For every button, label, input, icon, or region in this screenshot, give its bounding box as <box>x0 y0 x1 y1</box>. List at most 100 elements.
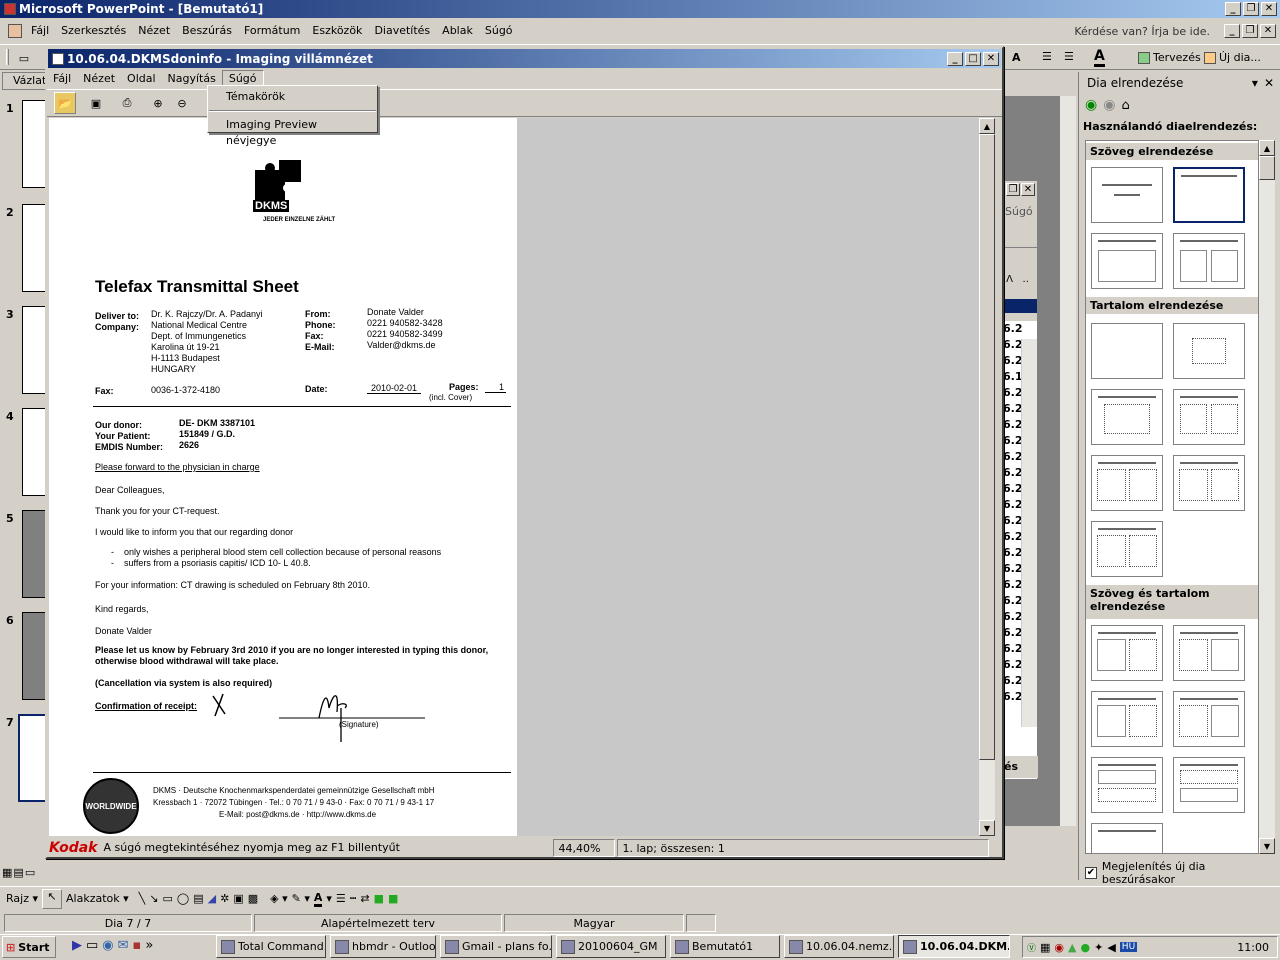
forward-icon[interactable]: ◉ <box>1103 97 1115 113</box>
doc-close-button[interactable]: ✕ <box>1260 24 1276 38</box>
tray-network-icon[interactable]: ▦ <box>1040 941 1050 954</box>
layout-title-2-content-content[interactable] <box>1173 455 1245 511</box>
close-button[interactable]: ✕ <box>1261 2 1277 16</box>
minimize-button[interactable]: _ <box>1225 2 1241 16</box>
viewer-menu-1[interactable]: Nézet <box>77 69 121 89</box>
layout-title-two-content[interactable] <box>1173 389 1245 445</box>
oval-icon[interactable]: ◯ <box>177 892 189 905</box>
layout-title-content[interactable] <box>1091 389 1163 445</box>
font-color-icon[interactable]: A <box>1094 48 1105 67</box>
viewer-minimize-button[interactable]: _ <box>947 51 963 66</box>
arrow-style-icon[interactable]: ⇄ <box>360 892 369 905</box>
slide-scrollbar[interactable] <box>1060 96 1076 826</box>
new-icon[interactable]: ▭ <box>13 47 35 69</box>
restore-button[interactable]: ❐ <box>1243 2 1259 16</box>
tray-language[interactable]: HU <box>1119 942 1138 952</box>
open-icon[interactable]: 📂 <box>54 92 76 114</box>
task-pane-scrollbar[interactable]: ▲ ▼ <box>1259 140 1275 854</box>
shadow-icon[interactable]: ■ <box>374 892 384 905</box>
wordart-icon[interactable]: ◢ <box>208 892 216 905</box>
layout-text-content-3[interactable] <box>1091 691 1163 747</box>
layout-title-content-2-content[interactable] <box>1091 455 1163 511</box>
menu-3[interactable]: Beszúrás <box>176 21 238 41</box>
new-slide-button[interactable]: Új dia... <box>1204 51 1261 64</box>
layout-blank[interactable] <box>1091 323 1163 379</box>
diagram-icon[interactable]: ✲ <box>220 892 229 905</box>
draw-font-color-icon[interactable]: A <box>313 891 323 907</box>
menu-0[interactable]: Fájl <box>25 21 55 41</box>
draw-menu[interactable]: Rajz ▾ <box>6 892 38 905</box>
sorter-view-icon[interactable]: ▤ <box>13 866 23 879</box>
taskbar-button[interactable]: 10.06.04.nemz... <box>784 935 894 958</box>
doc-minimize-button[interactable]: _ <box>1224 24 1240 38</box>
taskbar-button[interactable]: 10.06.04.DKM... <box>898 935 1010 958</box>
align-icon[interactable]: ☰ <box>1042 50 1052 63</box>
quicklaunch-outlook-icon[interactable]: ✉ <box>118 938 129 953</box>
quicklaunch-more-icon[interactable]: » <box>145 938 153 953</box>
start-button[interactable]: ⊞ Start <box>2 936 56 958</box>
viewer-maximize-button[interactable]: □ <box>965 51 981 66</box>
layout-text-content-6[interactable] <box>1173 757 1245 813</box>
zoom-in-icon[interactable]: ⊕ <box>147 92 169 114</box>
normal-view-icon[interactable]: ▦ <box>2 866 12 879</box>
select-pointer-icon[interactable]: ↖ <box>42 888 63 909</box>
line-icon[interactable]: ╲ <box>139 892 146 905</box>
layout-text-content-2[interactable] <box>1173 625 1245 681</box>
zoom-out-icon[interactable]: ⊖ <box>171 92 193 114</box>
tray-volume-icon[interactable]: ◀ <box>1107 941 1115 954</box>
viewer-vertical-scrollbar[interactable]: ▲ ▼ <box>979 118 995 836</box>
help-search-box[interactable]: Kérdése van? Írja be ide. <box>1074 25 1210 38</box>
quicklaunch-save-icon[interactable]: ▪ <box>133 938 142 953</box>
bg-restore-button[interactable]: ❐ <box>1006 183 1020 196</box>
taskbar-button[interactable]: Gmail - plans fo... <box>440 935 552 958</box>
line-color-icon[interactable]: ✎ ▾ <box>292 892 310 905</box>
text-size-icon[interactable]: A <box>1012 51 1021 64</box>
clipart-icon[interactable]: ▣ <box>233 892 243 905</box>
task-pane-close-icon[interactable]: ✕ <box>1264 76 1274 90</box>
layout-title-4-content[interactable] <box>1091 521 1163 577</box>
tray-usb-icon[interactable]: ▲ <box>1068 941 1076 954</box>
menu-item-topics[interactable]: Témakörök <box>208 86 377 108</box>
layout-title-text[interactable] <box>1091 233 1163 289</box>
layout-content[interactable] <box>1173 323 1245 379</box>
menu-7[interactable]: Ablak <box>436 21 479 41</box>
line-style-icon[interactable]: ☰ <box>336 892 346 905</box>
rectangle-icon[interactable]: ▭ <box>163 892 173 905</box>
image-icon[interactable]: ▣ <box>85 92 107 114</box>
scroll-thumb[interactable] <box>979 134 995 760</box>
tray-antivirus-icon[interactable]: ◉ <box>1054 941 1064 954</box>
pane-scroll-down-icon[interactable]: ▼ <box>1259 838 1275 854</box>
tray-vc-icon[interactable]: Ⓥ <box>1027 941 1036 954</box>
back-icon[interactable]: ◉ <box>1085 97 1097 113</box>
dash-style-icon[interactable]: ┅ <box>350 892 357 905</box>
home-icon[interactable]: ⌂ <box>1121 98 1129 113</box>
menu-4[interactable]: Formátum <box>238 21 306 41</box>
taskbar-button[interactable]: Bemutató1 <box>670 935 780 958</box>
layout-text-content-1[interactable] <box>1091 625 1163 681</box>
indent-icon[interactable]: ☰ <box>1064 50 1074 63</box>
3d-icon[interactable]: ■ <box>388 892 398 905</box>
task-pane-menu-icon[interactable]: ▾ <box>1252 76 1258 90</box>
pane-scroll-thumb[interactable] <box>1259 156 1275 180</box>
doc-restore-button[interactable]: ❐ <box>1242 24 1258 38</box>
slideshow-view-icon[interactable]: ▭ <box>25 866 35 879</box>
pane-scroll-up-icon[interactable]: ▲ <box>1259 140 1275 156</box>
menu-item-about[interactable]: Imaging Preview névjegye <box>208 114 377 152</box>
scroll-up-icon[interactable]: ▲ <box>979 118 995 134</box>
viewer-menu-0[interactable]: Fájl <box>47 69 77 89</box>
tab-outline[interactable]: Vázlat <box>2 72 50 90</box>
bg-close-button[interactable]: ✕ <box>1021 183 1035 196</box>
menu-1[interactable]: Szerkesztés <box>55 21 132 41</box>
design-button[interactable]: Tervezés <box>1138 51 1201 64</box>
quicklaunch-explorer-icon[interactable]: ◉ <box>102 938 113 953</box>
arrow-icon[interactable]: ↘ <box>149 892 158 905</box>
textbox-icon[interactable]: ▤ <box>193 892 203 905</box>
layout-two-column-text[interactable] <box>1173 233 1245 289</box>
layout-text-content-7[interactable] <box>1091 823 1163 853</box>
print-icon[interactable]: ⎙ <box>116 92 138 114</box>
taskbar-button[interactable]: Total Command... <box>216 935 326 958</box>
fill-color-icon[interactable]: ◈ ▾ <box>270 892 287 905</box>
layout-title-only[interactable] <box>1173 167 1245 223</box>
picture-icon[interactable]: ▩ <box>248 892 258 905</box>
tray-messenger-icon[interactable]: ● <box>1081 941 1091 954</box>
